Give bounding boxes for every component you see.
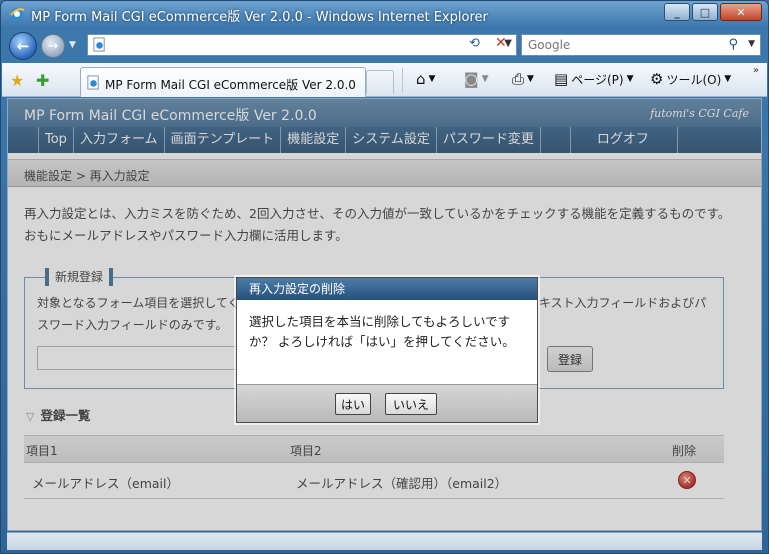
add-favorite-icon[interactable]: ✚: [36, 71, 49, 90]
gear-icon: ⚙: [650, 70, 664, 88]
page-menu-label: ページ(P): [571, 72, 624, 87]
address-row: ← → ▼ ▼ ⟲ ✕ ⚲ ▼: [1, 27, 768, 63]
print-button[interactable]: ⎙ ▼: [512, 70, 534, 88]
browser-window: MP Form Mail CGI eCommerce版 Ver 2.0.0 - …: [0, 0, 769, 554]
chevron-more-icon[interactable]: »: [753, 65, 759, 76]
print-icon: ⎙: [512, 70, 525, 88]
minimize-button[interactable]: _: [664, 3, 690, 21]
command-bar: ★ ✚ MP Form Mail CGI eCommerce版 Ver 2.0.…: [2, 63, 767, 97]
home-button[interactable]: ⌂ ▼: [416, 70, 435, 88]
tab-label: MP Form Mail CGI eCommerce版 Ver 2.0.0: [105, 78, 356, 92]
print-dropdown-icon: ▼: [527, 74, 534, 84]
ie-logo-icon: [10, 8, 25, 20]
no-button[interactable]: いいえ: [385, 393, 437, 415]
search-icon[interactable]: ⚲: [728, 37, 738, 52]
stop-icon[interactable]: ✕: [495, 35, 517, 53]
tools-dropdown-icon: ▼: [724, 74, 732, 84]
maximize-button[interactable]: □: [692, 3, 718, 21]
page-dropdown-icon: ▼: [626, 74, 634, 84]
forward-arrow-icon: →: [47, 38, 59, 54]
feeds-button[interactable]: ◙ ▼: [464, 70, 488, 88]
page-viewport: MP Form Mail CGI eCommerce版 Ver 2.0.0 fu…: [7, 98, 762, 531]
home-dropdown-icon: ▼: [428, 74, 436, 84]
rss-icon: ◙: [464, 70, 479, 88]
tab-current[interactable]: MP Form Mail CGI eCommerce版 Ver 2.0.0: [80, 67, 366, 97]
back-button[interactable]: ←: [9, 32, 37, 60]
page-menu[interactable]: ▤ ページ(P) ▼: [554, 70, 633, 88]
dialog-title: 再入力設定の削除: [237, 278, 537, 300]
tools-menu[interactable]: ⚙ ツール(O) ▼: [650, 70, 731, 88]
status-bar: [7, 532, 762, 550]
back-arrow-icon: ←: [16, 37, 30, 55]
dialog-message: 選択した項目を本当に削除してもよろしいですか？ よろしければ「はい」を押してくだ…: [249, 314, 515, 349]
new-tab-button[interactable]: [366, 70, 394, 94]
window-title: MP Form Mail CGI eCommerce版 Ver 2.0.0 - …: [31, 10, 488, 25]
address-bar[interactable]: ▼: [87, 34, 517, 56]
feeds-dropdown-icon: ▼: [481, 74, 489, 84]
tools-menu-label: ツール(O): [666, 72, 722, 87]
page-icon: [93, 37, 105, 52]
search-input[interactable]: [522, 35, 702, 55]
history-dropdown-icon[interactable]: ▼: [69, 40, 76, 50]
tab-page-icon: [87, 75, 99, 90]
title-bar: MP Form Mail CGI eCommerce版 Ver 2.0.0 - …: [1, 1, 768, 27]
dialog-footer: はい いいえ: [237, 384, 537, 422]
page-icon: ▤: [554, 70, 569, 88]
window-controls: _ □ ✕: [662, 3, 762, 21]
refresh-icon[interactable]: ⟲: [469, 36, 491, 54]
minimize-icon: _: [674, 5, 680, 19]
forward-button[interactable]: →: [41, 34, 65, 58]
close-button[interactable]: ✕: [720, 3, 762, 21]
delete-dialog: 再入力設定の削除 選択した項目を本当に削除してもよろしいですか？ よろしければ「…: [236, 277, 538, 423]
command-separator: [402, 68, 403, 92]
maximize-icon: □: [699, 5, 711, 19]
search-bar[interactable]: ⚲ ▼: [521, 34, 761, 56]
close-icon: ✕: [736, 5, 746, 19]
yes-button[interactable]: はい: [335, 393, 371, 415]
search-dropdown-icon[interactable]: ▼: [748, 39, 755, 49]
favorites-star-icon[interactable]: ★: [10, 71, 24, 90]
home-icon: ⌂: [416, 70, 426, 88]
